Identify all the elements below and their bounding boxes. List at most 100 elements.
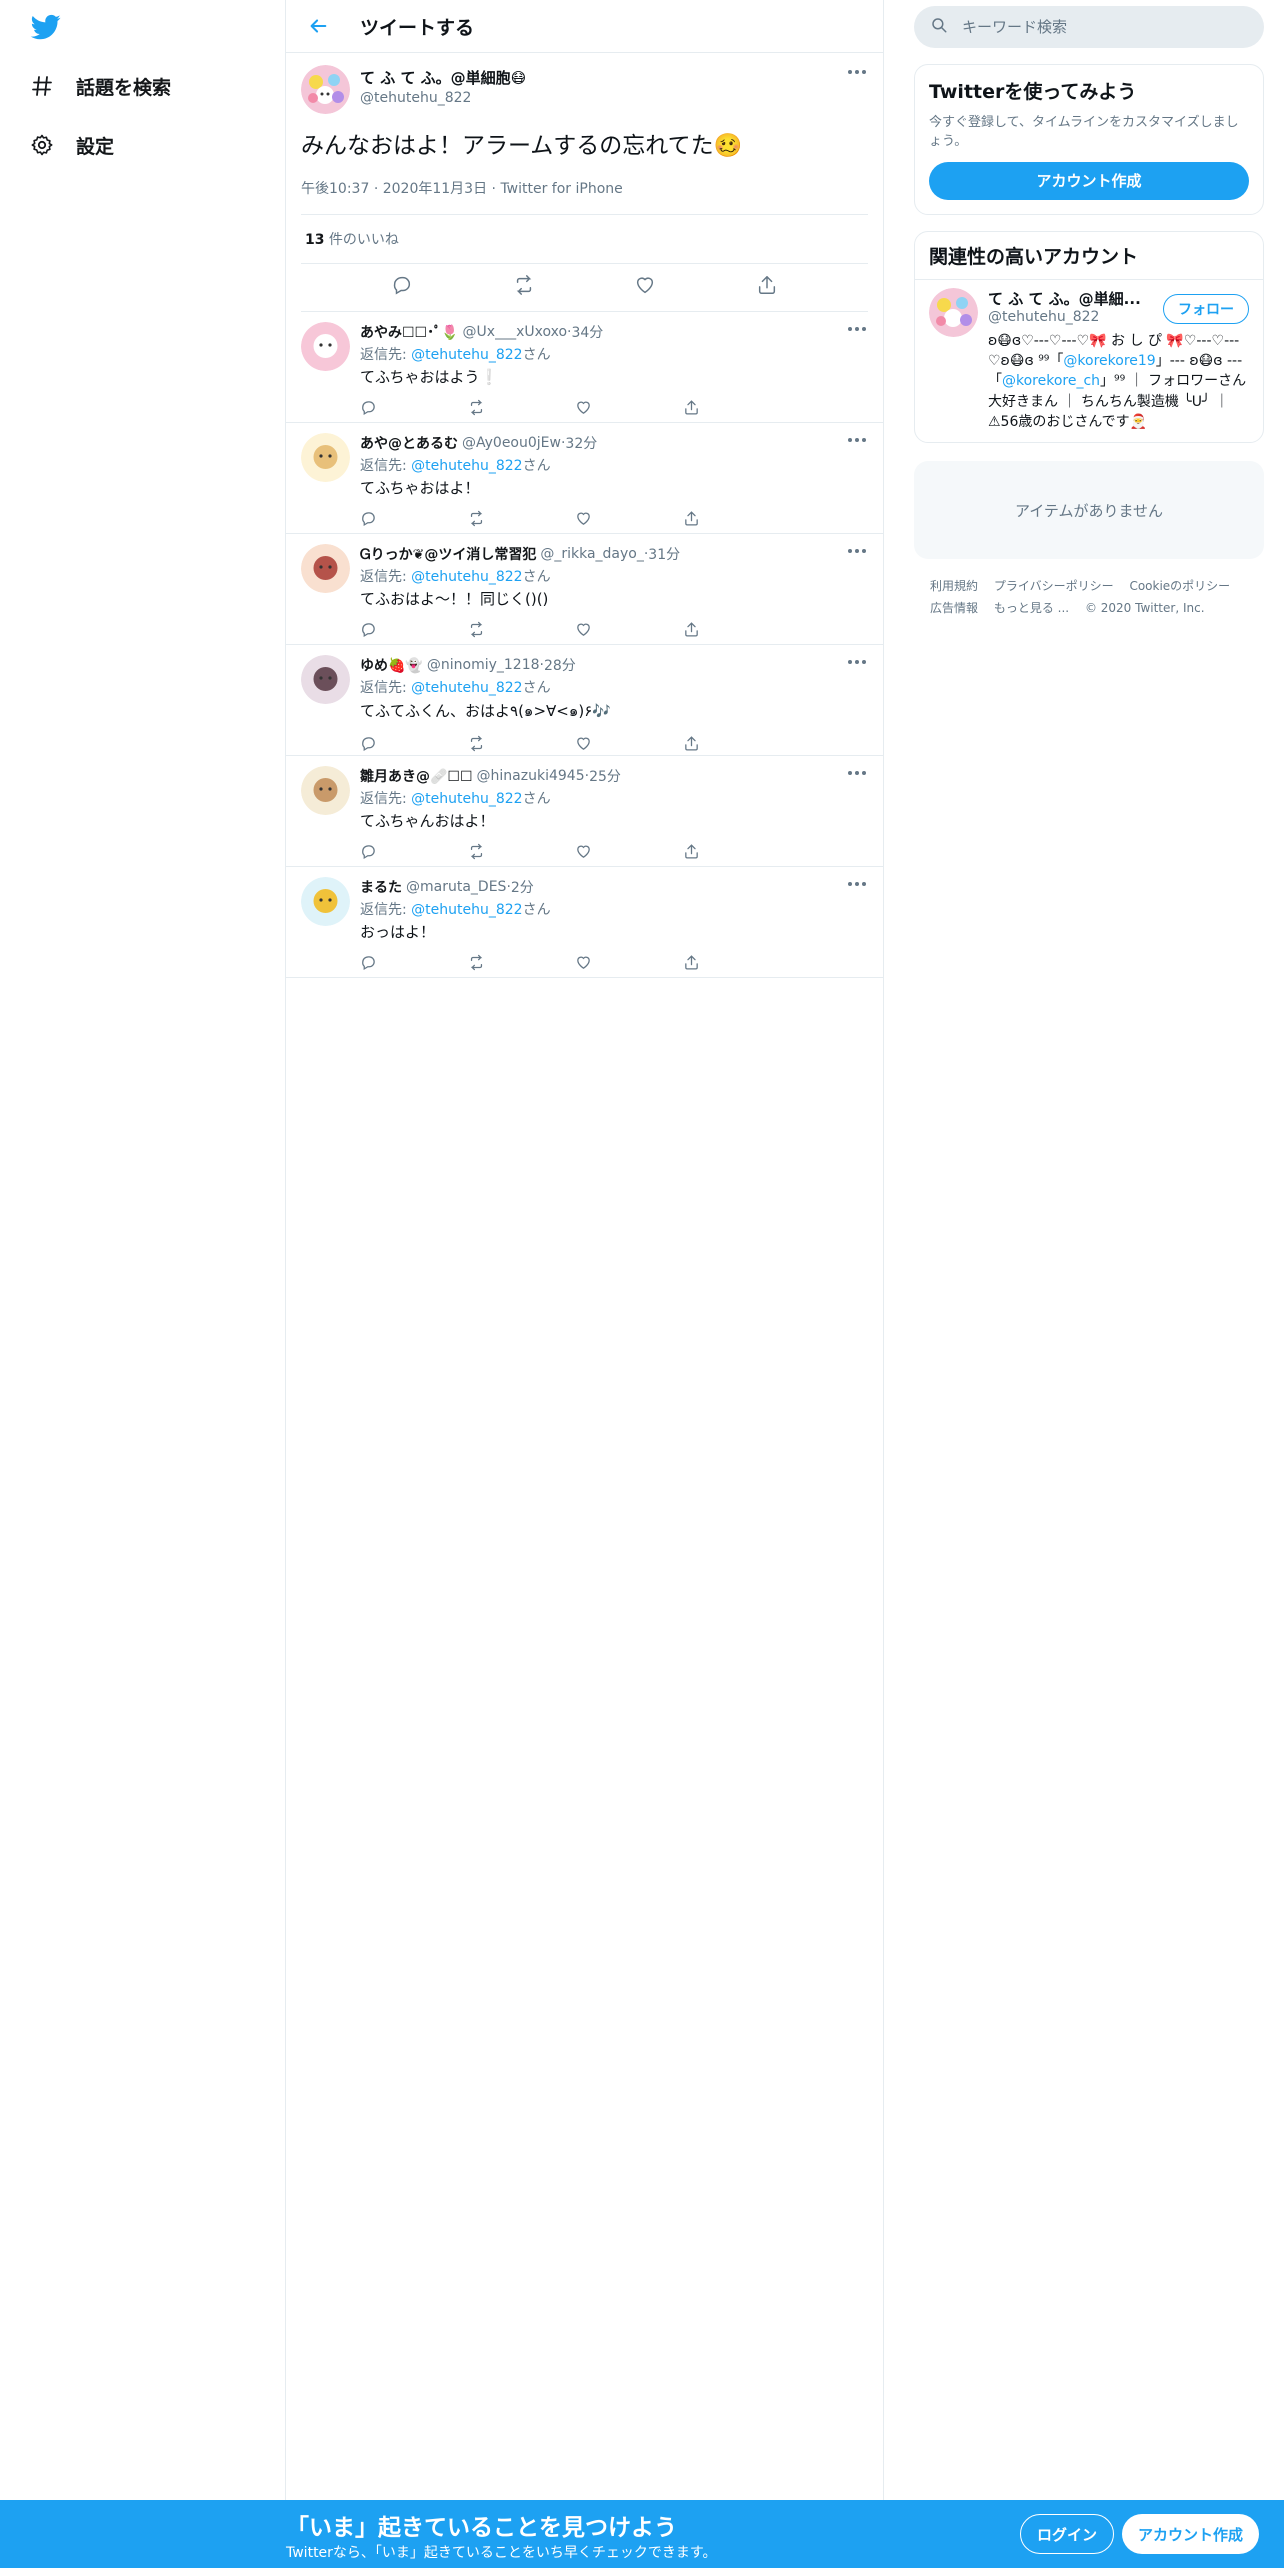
more-options-icon[interactable] <box>848 435 868 445</box>
reply-to-link[interactable]: @tehutehu_822 <box>411 902 522 918</box>
reply-tweet[interactable]: 雛月あき@🩹☐☐ @hinazuki4945 · 25分 返信先: @tehuteh… <box>286 756 883 867</box>
like-icon[interactable] <box>575 510 592 531</box>
reply-tweet[interactable]: あやみ☐☐･ﾟ🌷 @Ux___xUxoxo · 34分 返信先: @tehutehu… <box>286 312 883 423</box>
signup-button[interactable]: アカウント作成 <box>1122 2514 1260 2554</box>
retweet-icon[interactable] <box>468 621 485 642</box>
reply-to: 返信先: @tehutehu_822さん <box>360 677 868 697</box>
reply-icon[interactable] <box>360 954 377 975</box>
more-options-icon[interactable] <box>848 546 868 556</box>
author-name[interactable]: て ふ て ふ。@単細胞😷 <box>360 67 526 88</box>
reply-tweet[interactable]: Ꮐりっか❦@ツイ消し常習犯 @_rikka_dayo_ · 31分 返信先: @te… <box>286 534 883 645</box>
reply-time[interactable]: 34分 <box>571 322 603 342</box>
more-options-icon[interactable] <box>848 67 868 77</box>
more-options-icon[interactable] <box>848 768 868 778</box>
retweet-icon[interactable] <box>468 735 485 756</box>
footer-link-cookies[interactable]: Cookieのポリシー <box>1129 579 1230 593</box>
like-icon[interactable] <box>575 843 592 864</box>
tweet-source[interactable]: Twitter for iPhone <box>500 181 622 197</box>
reply-icon[interactable] <box>360 735 377 756</box>
share-icon[interactable] <box>756 274 778 300</box>
reply-time[interactable]: 2分 <box>511 877 534 897</box>
tweet-time[interactable]: 午後10:37 <box>301 181 369 197</box>
reply-author-handle[interactable]: @maruta_DES <box>406 879 506 895</box>
reply-author-handle[interactable]: @ninomiy_1218 <box>427 657 540 673</box>
like-icon[interactable] <box>575 621 592 642</box>
reply-author-handle[interactable]: @_rikka_dayo_ <box>540 546 644 562</box>
share-icon[interactable] <box>683 621 700 642</box>
likes-summary[interactable]: 13 件のいいね <box>301 215 868 264</box>
reply-to-link[interactable]: @tehutehu_822 <box>411 680 522 696</box>
footer-link-terms[interactable]: 利用規約 <box>930 579 978 593</box>
share-icon[interactable] <box>683 954 700 975</box>
tweet-date[interactable]: 2020年11月3日 <box>383 181 487 197</box>
reply-author-name[interactable]: Ꮐりっか❦@ツイ消し常習犯 <box>360 544 536 564</box>
bio-mention-link[interactable]: @korekore_ch <box>1002 373 1100 389</box>
more-options-icon[interactable] <box>848 879 868 889</box>
author-handle[interactable]: @tehutehu_822 <box>360 90 526 106</box>
login-button[interactable]: ログイン <box>1020 2514 1115 2554</box>
reply-icon[interactable] <box>360 399 377 420</box>
twitter-bird-icon[interactable] <box>30 12 62 42</box>
avatar[interactable] <box>929 287 978 337</box>
reply-icon[interactable] <box>391 274 413 300</box>
reply-icon[interactable] <box>360 843 377 864</box>
retweet-icon[interactable] <box>468 954 485 975</box>
reply-author-handle[interactable]: @Ux___xUxoxo <box>463 324 567 340</box>
avatar[interactable] <box>301 654 350 704</box>
reply-icon[interactable] <box>360 510 377 531</box>
more-options-icon[interactable] <box>848 657 868 667</box>
follow-button[interactable]: フォロー <box>1163 293 1249 324</box>
reply-icon[interactable] <box>360 621 377 642</box>
reply-tweet[interactable]: まるた @maruta_DES · 2分 返信先: @tehutehu_822さんお… <box>286 867 883 978</box>
reply-author-name[interactable]: ゆめ🍓👻 <box>360 655 423 675</box>
nav-explore[interactable]: 話題を検索 <box>30 66 171 106</box>
nav-settings[interactable]: 設定 <box>30 125 114 165</box>
avatar[interactable] <box>301 876 350 926</box>
more-options-icon[interactable] <box>848 324 868 334</box>
reply-time[interactable]: 28分 <box>544 655 576 675</box>
reply-tweet[interactable]: ゆめ🍓👻 @ninomiy_1218 · 28分 返信先: @tehutehu_82… <box>286 645 883 756</box>
avatar[interactable] <box>301 432 350 482</box>
reply-to-link[interactable]: @tehutehu_822 <box>411 569 522 585</box>
reply-author-name[interactable]: あや@とあるむ <box>360 433 458 453</box>
share-icon[interactable] <box>683 510 700 531</box>
reply-to-link[interactable]: @tehutehu_822 <box>411 458 522 474</box>
like-icon[interactable] <box>575 954 592 975</box>
reply-author-name[interactable]: 雛月あき@🩹☐☐ <box>360 766 473 786</box>
search-input[interactable] <box>962 18 1222 36</box>
reply-tweet[interactable]: あや@とあるむ @Ay0eou0jEw · 32分 返信先: @tehutehu_8… <box>286 423 883 534</box>
retweet-icon[interactable] <box>468 399 485 420</box>
retweet-icon[interactable] <box>513 274 535 300</box>
reply-time[interactable]: 32分 <box>565 433 597 453</box>
create-account-button[interactable]: アカウント作成 <box>929 161 1249 200</box>
like-icon[interactable] <box>634 274 656 300</box>
like-icon[interactable] <box>575 735 592 756</box>
like-icon[interactable] <box>575 399 592 420</box>
reply-time[interactable]: 25分 <box>589 766 621 786</box>
footer-link-ads[interactable]: 広告情報 <box>930 601 978 615</box>
footer-link-privacy[interactable]: プライバシーポリシー <box>994 579 1114 593</box>
share-icon[interactable] <box>683 735 700 756</box>
nav-settings-label: 設定 <box>76 135 115 158</box>
search-bar[interactable] <box>914 6 1264 48</box>
reply-to-link[interactable]: @tehutehu_822 <box>411 791 522 807</box>
reply-author-handle[interactable]: @Ay0eou0jEw <box>462 435 561 451</box>
bio-mention-link[interactable]: @korekore19 <box>1063 353 1155 369</box>
back-arrow-icon[interactable] <box>298 6 338 46</box>
reply-author-name[interactable]: あやみ☐☐･ﾟ🌷 <box>360 322 459 342</box>
avatar[interactable] <box>301 765 350 815</box>
avatar[interactable] <box>301 321 350 371</box>
avatar[interactable] <box>301 543 350 593</box>
reply-to-link[interactable]: @tehutehu_822 <box>411 347 522 363</box>
share-icon[interactable] <box>683 843 700 864</box>
related-account[interactable]: て ふ て ふ。@単細... @tehutehu_822 ʚ😷ɞ♡---♡---… <box>915 280 1263 442</box>
reply-author-handle[interactable]: @hinazuki4945 <box>477 768 585 784</box>
avatar[interactable] <box>301 65 350 114</box>
footer-link-more[interactable]: もっと見る ... <box>994 601 1069 615</box>
share-icon[interactable] <box>683 399 700 420</box>
reply-author-name[interactable]: まるた <box>360 877 402 897</box>
reply-to-label: 返信先: <box>360 568 412 585</box>
retweet-icon[interactable] <box>468 843 485 864</box>
retweet-icon[interactable] <box>468 510 485 531</box>
reply-time[interactable]: 31分 <box>648 544 680 564</box>
